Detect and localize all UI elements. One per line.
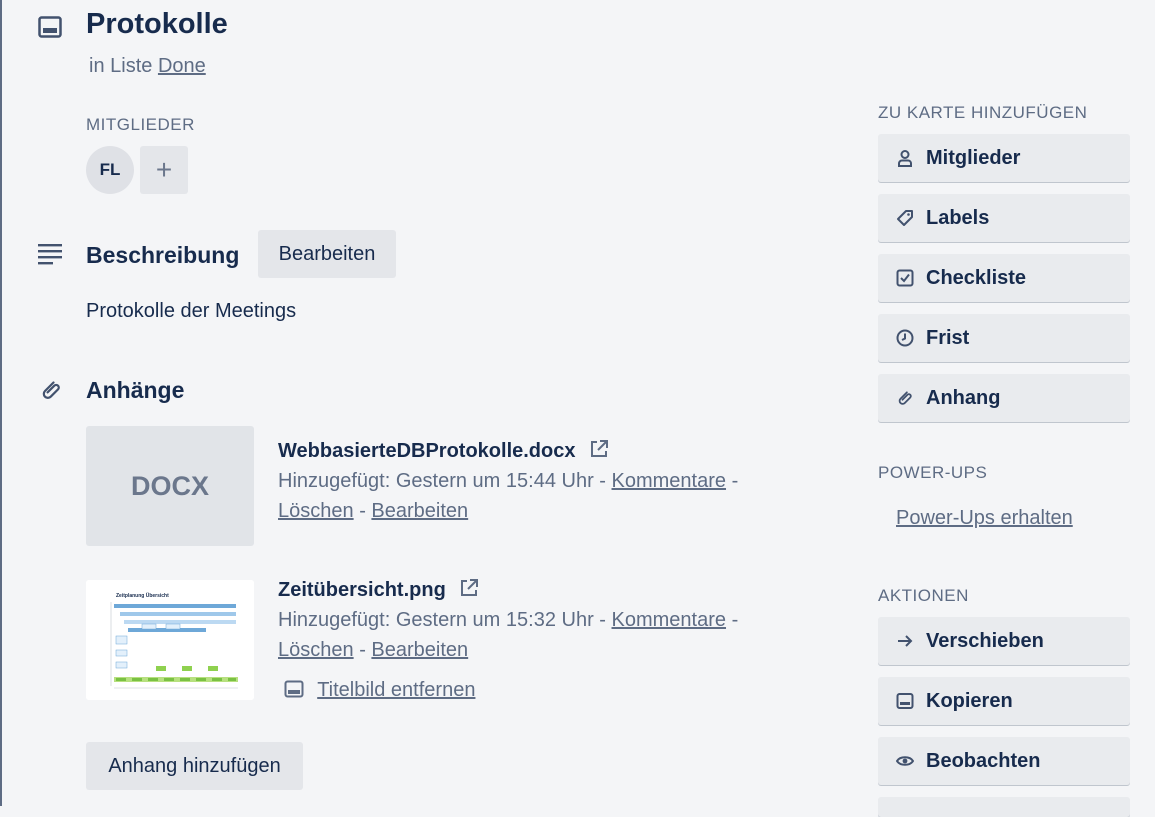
list-info: in Liste Done [89,55,206,78]
tag-icon [896,209,914,227]
edit-description-button[interactable]: Bearbeiten [258,230,396,278]
card-cover-icon [284,680,304,704]
external-link-icon[interactable] [459,578,479,604]
separator: - [731,609,739,631]
attachment-added: Hinzugefügt: Gestern um 15:44 Uhr - [278,470,606,492]
sidebar-due-date-button[interactable]: Frist [878,314,1130,362]
description-text[interactable]: Protokolle der Meetings [86,300,296,323]
comments-link[interactable]: Kommentare [612,470,727,492]
add-to-card-heading: ZU KARTE HINZUFÜGEN [878,103,1088,122]
attachment-meta: Hinzugefügt: Gestern um 15:32 Uhr - Komm… [278,605,798,665]
separator: - [359,500,366,522]
delete-link[interactable]: Löschen [278,639,354,661]
attachment-name-text[interactable]: WebbasierteDBProtokolle.docx [278,440,575,462]
attachment-name[interactable]: Zeitübersicht.png [278,578,479,604]
sidebar-button-label: Mitglieder [926,146,1021,169]
sidebar-attachment-button[interactable]: Anhang [878,374,1130,422]
attachment-name[interactable]: WebbasierteDBProtokolle.docx [278,439,609,465]
person-icon [896,149,914,167]
description-icon [38,243,63,265]
eye-icon [896,752,914,770]
separator: - [359,639,366,661]
delete-link[interactable]: Löschen [278,500,354,522]
get-powerups-link[interactable]: Power-Ups erhalten [896,507,1073,530]
sidebar-button-label: Kopieren [926,689,1013,712]
sidebar-button-label: Checkliste [926,266,1027,289]
actions-heading: AKTIONEN [878,586,969,605]
add-attachment-button[interactable]: Anhang hinzufügen [86,742,303,790]
description-heading: Beschreibung [86,242,240,268]
list-prefix: in Liste [89,55,153,77]
external-link-icon[interactable] [589,439,609,465]
sidebar-button-label: Beobachten [926,749,1041,772]
sidebar-checklist-button[interactable]: Checkliste [878,254,1130,302]
edit-link[interactable]: Bearbeiten [371,639,468,661]
arrow-right-icon [896,632,914,650]
sidebar-button-label: Verschieben [926,629,1044,652]
sidebar-button-label: Anhang [926,386,1001,409]
sidebar-button-label: Labels [926,206,990,229]
card-icon [896,692,914,710]
paperclip-icon [39,378,63,402]
attachment-name-text[interactable]: Zeitübersicht.png [278,579,446,601]
add-member-button[interactable]: + [140,146,188,194]
edit-link[interactable]: Bearbeiten [371,500,468,522]
attachment-added: Hinzugefügt: Gestern um 15:32 Uhr - [278,609,606,631]
comments-link[interactable]: Kommentare [612,609,727,631]
window-edge [0,0,2,806]
list-link[interactable]: Done [158,55,206,77]
checkbox-icon [896,269,914,287]
attachments-heading: Anhänge [86,377,185,403]
sidebar-copy-button[interactable]: Kopieren [878,677,1130,725]
attachment-thumbnail[interactable]: DOCX [86,426,254,546]
card-icon [38,16,62,38]
remove-cover-link[interactable]: Titelbild entfernen [317,679,475,701]
sidebar-move-button[interactable]: Verschieben [878,617,1130,665]
remove-cover-action[interactable]: Titelbild entfernen [284,679,475,704]
powerups-heading: POWER-UPS [878,463,988,482]
sidebar-button-label: Frist [926,326,970,349]
sidebar-members-button[interactable]: Mitglieder [878,134,1130,182]
clock-icon [896,329,914,347]
sidebar-labels-button[interactable]: Labels [878,194,1130,242]
avatar[interactable]: FL [86,146,134,194]
paperclip-icon [896,389,914,407]
thumbnail-title: Zeitplanung Übersicht [116,592,169,599]
sidebar-next-button[interactable] [878,797,1130,817]
separator: - [731,470,739,492]
attachment-thumbnail-image[interactable]: Zeitplanung Übersicht [86,580,254,700]
sidebar-watch-button[interactable]: Beobachten [878,737,1130,785]
members-label: MITGLIEDER [86,115,195,134]
attachment-meta: Hinzugefügt: Gestern um 15:44 Uhr - Komm… [278,466,798,526]
card-title[interactable]: Protokolle [86,8,228,41]
